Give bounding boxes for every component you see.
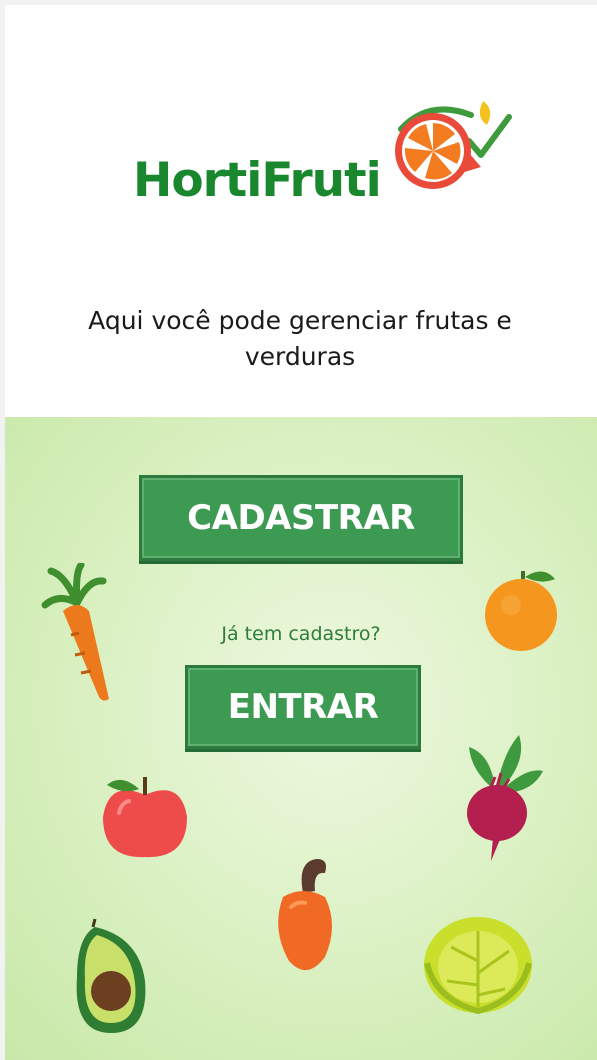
login-question: Já tem cadastro? — [221, 623, 381, 645]
avocado-icon — [76, 918, 146, 1033]
login-button[interactable]: ENTRAR — [185, 665, 421, 749]
cabbage-icon — [424, 917, 532, 1015]
apple-icon — [103, 777, 187, 858]
carrot-icon — [41, 563, 109, 701]
tagline: Aqui você pode gerenciar frutas e verdur… — [88, 306, 512, 371]
app-screen: HortiFruti Aqui você pode gerenciar frut… — [5, 5, 597, 1060]
header: HortiFruti Aqui você pode gerenciar frut… — [5, 5, 597, 417]
beet-icon — [467, 735, 543, 861]
orange-icon — [485, 571, 557, 651]
brand-name: HortiFruti — [133, 153, 382, 208]
cashew-icon — [278, 859, 332, 971]
register-button[interactable]: CADASTRAR — [139, 475, 463, 561]
citrus-logo-icon — [395, 101, 512, 189]
action-panel: CADASTRAR Já tem cadastro? ENTRAR — [5, 417, 597, 1060]
